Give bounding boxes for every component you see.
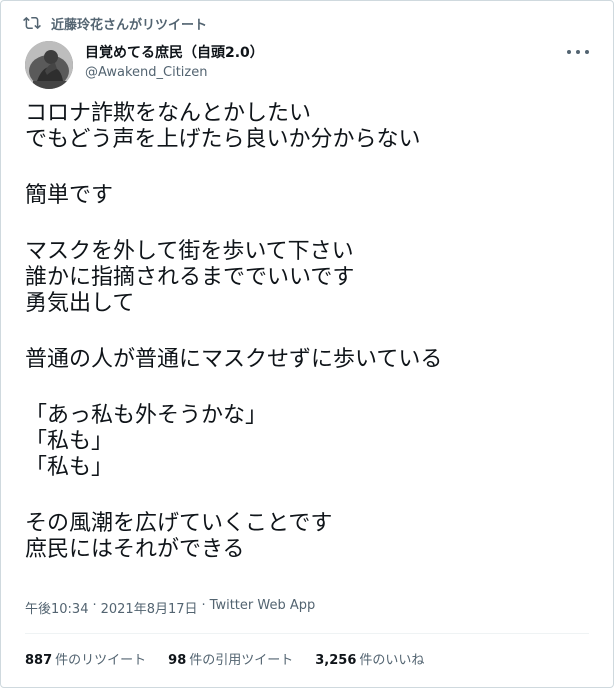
likes-stat[interactable]: 3,256 件のいいね	[315, 649, 424, 668]
retweets-stat[interactable]: 887 件のリツイート	[25, 649, 146, 668]
retweet-banner-text: 近藤玲花さんがリツイート	[51, 17, 208, 33]
more-dot	[576, 50, 580, 54]
tweet-line: 簡単です	[25, 183, 114, 208]
more-icon[interactable]	[567, 45, 589, 59]
tweet-stats: 887 件のリツイート 98 件の引用ツイート 3,256 件のいいね	[25, 649, 424, 668]
avatar[interactable]	[25, 41, 73, 89]
tweet-line: 「私も」	[25, 455, 114, 480]
tweet-line: 勇気出して	[25, 291, 135, 316]
author-handle[interactable]: @Awakend_Citizen	[85, 63, 264, 83]
more-dot	[585, 50, 589, 54]
divider	[25, 633, 589, 634]
quote-tweets-stat[interactable]: 98 件の引用ツイート	[168, 649, 293, 668]
quotes-label: 件の引用ツイート	[189, 653, 294, 668]
meta-separator: ·	[201, 598, 206, 613]
tweet-card: 近藤玲花さんがリツイート 目覚めてる庶民（自頭2.0） @Awakend_Cit…	[0, 0, 614, 688]
tweet-line: 「私も」	[25, 429, 114, 454]
tweet-line: 普通の人が普通にマスクせずに歩いている	[25, 347, 443, 372]
tweet-line: 庶民にはそれができる	[25, 537, 245, 562]
tweet-date[interactable]: 2021年8月17日	[101, 598, 198, 617]
meta-separator: ·	[92, 598, 97, 613]
author-display-name[interactable]: 目覚めてる庶民（自頭2.0）	[85, 43, 264, 63]
more-dot	[567, 50, 571, 54]
tweet-meta: 午後10:34 · 2021年8月17日 · Twitter Web App	[25, 598, 315, 617]
retweets-count: 887	[25, 653, 53, 668]
tweet-line: マスクを外して街を歩いて下さい	[25, 239, 354, 264]
quotes-count: 98	[168, 653, 187, 668]
tweet-line: 誰かに指摘されるまででいいです	[25, 265, 355, 290]
tweet-line: コロナ詐欺をなんとかしたい	[25, 101, 312, 126]
tweet-time[interactable]: 午後10:34	[25, 598, 88, 617]
retweets-label: 件のリツイート	[55, 653, 147, 668]
likes-label: 件のいいね	[359, 653, 425, 668]
retweet-banner[interactable]: 近藤玲花さんがリツイート	[23, 13, 207, 33]
tweet-line: 「あっ私も外そうかな」	[25, 403, 268, 428]
tweet-text: コロナ詐欺をなんとかしたい でもどう声を上げたら良いか分からない 簡単です マス…	[25, 101, 585, 563]
tweet-line: でもどう声を上げたら良いか分からない	[25, 127, 421, 152]
tweet-line: その風潮を広げていくことです	[25, 511, 333, 536]
thinker-statue-avatar	[25, 41, 73, 89]
tweet-source[interactable]: Twitter Web App	[210, 598, 316, 617]
likes-count: 3,256	[315, 653, 357, 668]
author-info[interactable]: 目覚めてる庶民（自頭2.0） @Awakend_Citizen	[85, 43, 264, 83]
retweet-icon	[23, 16, 41, 30]
